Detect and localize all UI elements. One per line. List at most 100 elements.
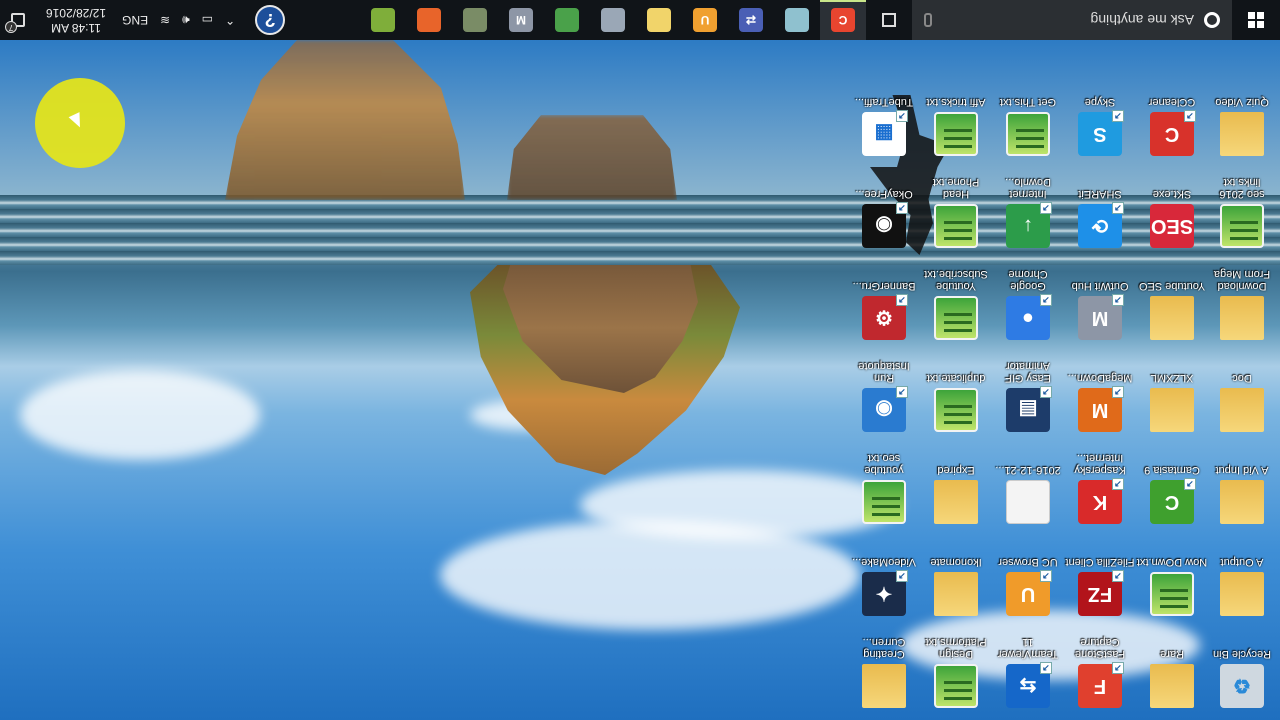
desktop-icon[interactable]: ✦ ↗ VideoMake... [848, 540, 920, 626]
taskbar-app-button[interactable] [636, 0, 682, 40]
desktop-icon[interactable]: Affi tricks.txt [920, 80, 992, 166]
desktop-icon[interactable]: XLZXML [1136, 356, 1208, 442]
desktop-icon[interactable]: ⚙ ↗ BannerGru... [848, 264, 920, 350]
desktop-icon[interactable]: ↓ ↗ Internet Downlo... [992, 172, 1064, 258]
desktop-icon-label: Kaspersky Internet... [1074, 452, 1126, 476]
desktop-icon[interactable]: SEO SKt.exe [1136, 172, 1208, 258]
desktop-icon-label: Get This.txt [999, 96, 1057, 108]
taskbar-app-button[interactable]: C [820, 0, 866, 40]
desktop-icon-label: A Vid Input [1215, 464, 1269, 476]
taskbar-app-button[interactable] [360, 0, 406, 40]
app-icon: K ↗ [1078, 478, 1124, 524]
wifi-icon[interactable]: ≋ [154, 13, 176, 27]
desktop-icon[interactable]: A Vid Input [1206, 448, 1278, 534]
language-indicator[interactable]: ENG [116, 13, 154, 27]
taskbar-app-button[interactable]: U [682, 0, 728, 40]
folder-icon [1220, 296, 1264, 340]
help-icon[interactable]: ? [255, 5, 286, 35]
folder-icon [1220, 388, 1264, 432]
shortcut-arrow-icon: ↗ [1112, 478, 1124, 490]
desktop-icon[interactable]: C ↗ CCleaner [1136, 80, 1208, 166]
desktop-icon-label: Download From Mega [1213, 268, 1271, 292]
text-file-icon [934, 112, 978, 156]
desktop-icon[interactable]: Download From Mega [1206, 264, 1278, 350]
taskbar-app-button[interactable] [544, 0, 590, 40]
taskbar-app-button[interactable]: ⇄ [728, 0, 774, 40]
desktop-icon-label: TeamViewer 11 [997, 636, 1059, 660]
desktop-icon[interactable]: youtube seo.txt [848, 448, 920, 534]
taskbar-app-button[interactable] [590, 0, 636, 40]
desktop-icon[interactable]: ⇆ ↗ TeamViewer 11 [992, 632, 1064, 718]
desktop-icon[interactable]: seo 2016 links.txt [1206, 172, 1278, 258]
app-icon: FZ ↗ [1078, 570, 1124, 616]
desktop-icon-label: Ikonomate [930, 556, 982, 568]
taskbar-app-button[interactable] [452, 0, 498, 40]
taskbar-app-button[interactable] [406, 0, 452, 40]
clock[interactable]: 11:48 AM 12/28/2016 [36, 5, 116, 35]
shortcut-arrow-icon: ↗ [896, 386, 908, 398]
shortcut-arrow-icon: ↗ [1184, 110, 1196, 122]
desktop-icon[interactable]: Youtube SEO [1136, 264, 1208, 350]
action-center-button[interactable]: 7 [0, 13, 36, 33]
desktop-icon-label: TubeTraffi... [854, 96, 914, 108]
firefox-icon [417, 8, 441, 32]
taskbar-app-button[interactable] [774, 0, 820, 40]
desktop-icon[interactable]: 2016-12-21... [992, 448, 1064, 534]
desktop-icon[interactable]: M ↗ OutWit Hub [1064, 264, 1136, 350]
app-icon: S ↗ [1078, 110, 1124, 156]
desktop-icon-label: FileZilla Client [1065, 556, 1135, 568]
desktop-icon-label: XLZXML [1150, 372, 1194, 384]
desktop-icon[interactable]: Youtube Subscribe.txt [920, 264, 992, 350]
desktop-icon-label: 2016-12-21... [995, 464, 1061, 476]
desktop-icon[interactable]: F ↗ FastStone Capture [1064, 632, 1136, 718]
desktop-icon[interactable]: Design Platforms.txt [920, 632, 992, 718]
desktop-icon-label: Expired [937, 464, 975, 476]
desktop-icon[interactable]: duplicate.txt [920, 356, 992, 442]
cortana-search-box[interactable]: Ask me anything [912, 0, 1232, 40]
desktop-icon[interactable]: A Output [1206, 540, 1278, 626]
desktop-icon[interactable]: S ↗ Skype [1064, 80, 1136, 166]
desktop-icon[interactable]: ▤ ↗ Easy GIF Animator [992, 356, 1064, 442]
app-icon: U ↗ [1006, 570, 1052, 616]
desktop-icon[interactable]: Head Phone.txt [920, 172, 992, 258]
start-button[interactable] [1232, 0, 1280, 40]
desktop-icon[interactable]: C ↗ Camtasia 9 [1136, 448, 1208, 534]
desktop-icon-label: Easy GIF Animator [1005, 360, 1051, 384]
desktop-icon[interactable]: M ↗ MegaDown... [1064, 356, 1136, 442]
folder-icon [934, 572, 978, 616]
desktop-icon[interactable]: Now DOwn.txt [1136, 540, 1208, 626]
desktop-icon[interactable]: ● ↗ Google Chrome [992, 264, 1064, 350]
desktop-icon[interactable]: ⟳ ↗ SHAREit [1064, 172, 1136, 258]
desktop-icon[interactable]: Creating Curren... [848, 632, 920, 718]
desktop-icon[interactable]: K ↗ Kaspersky Internet... [1064, 448, 1136, 534]
microphone-icon[interactable] [924, 13, 932, 27]
app-icon: ⇆ ↗ [1006, 662, 1052, 708]
desktop-icon[interactable]: Get This.txt [992, 80, 1064, 166]
desktop-icon-label: FastStone Capture [1074, 636, 1126, 660]
volume-icon[interactable]: 🔊︎ [176, 13, 196, 28]
shortcut-arrow-icon: ↗ [1040, 386, 1052, 398]
desktop-icon[interactable]: Ikonomate [920, 540, 992, 626]
desktop-icon[interactable]: Quiz Video [1206, 80, 1278, 166]
cortana-icon [1204, 12, 1220, 28]
desktop-icon[interactable]: Rare [1136, 632, 1208, 718]
desktop-icon[interactable]: U ↗ UC Browser [992, 540, 1064, 626]
desktop-icon[interactable]: Doc [1206, 356, 1278, 442]
desktop-icon[interactable]: ▦ ↗ TubeTraffi... [848, 80, 920, 166]
desktop-icon[interactable]: ◉ ↗ Run Instaquote [848, 356, 920, 442]
desktop-icon-label: Run Instaquote [858, 360, 910, 384]
desktop-icon-label: Internet Downlo... [1005, 176, 1051, 200]
desktop-icon[interactable]: Expired [920, 448, 992, 534]
battery-icon[interactable]: ▭ [196, 13, 219, 27]
system-tray: ? ⌃ ▭ 🔊︎ ≋ ENG 11:48 AM 12/28/2016 7 [0, 0, 299, 40]
clock-date: 12/28/2016 [46, 6, 107, 20]
desktop-icon[interactable]: ◉ ↗ OkayFree... [848, 172, 920, 258]
desktop-icon-label: seo 2016 links.txt [1219, 176, 1265, 200]
desktop-icon[interactable]: FZ ↗ FileZilla Client [1064, 540, 1136, 626]
task-view-button[interactable] [866, 0, 912, 40]
app-icon: F ↗ [1078, 662, 1124, 708]
show-hidden-icons-chevron-icon[interactable]: ⌃ [219, 13, 241, 27]
taskbar-app-button[interactable]: M [498, 0, 544, 40]
shortcut-arrow-icon: ↗ [1112, 294, 1124, 306]
desktop-icon[interactable]: ♻ Recycle Bin [1206, 632, 1278, 718]
